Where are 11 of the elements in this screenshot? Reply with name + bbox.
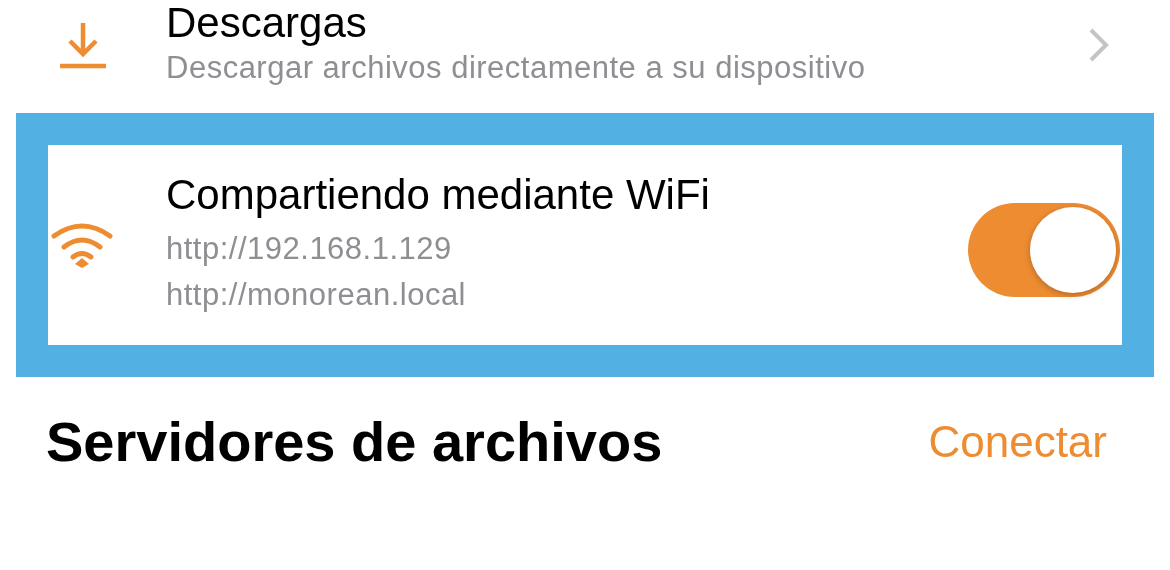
download-icon — [58, 21, 108, 69]
row-title: Compartiendo mediante WiFi — [166, 172, 711, 218]
row-subtitle: http://monorean.local — [166, 276, 467, 314]
wifi-icon — [50, 222, 114, 268]
row-subtitle: Descargar archivos directamente a su dispositivo — [166, 49, 867, 87]
section-heading: Servidores de archivos — [46, 409, 663, 474]
chevron-icon[interactable] — [1088, 27, 1110, 63]
toggle-switch[interactable] — [968, 203, 1120, 297]
connect-link[interactable]: Conectar — [928, 416, 1107, 467]
row-subtitle: http://192.168.1.129 — [166, 230, 453, 268]
row-title: Descargas — [166, 0, 368, 46]
